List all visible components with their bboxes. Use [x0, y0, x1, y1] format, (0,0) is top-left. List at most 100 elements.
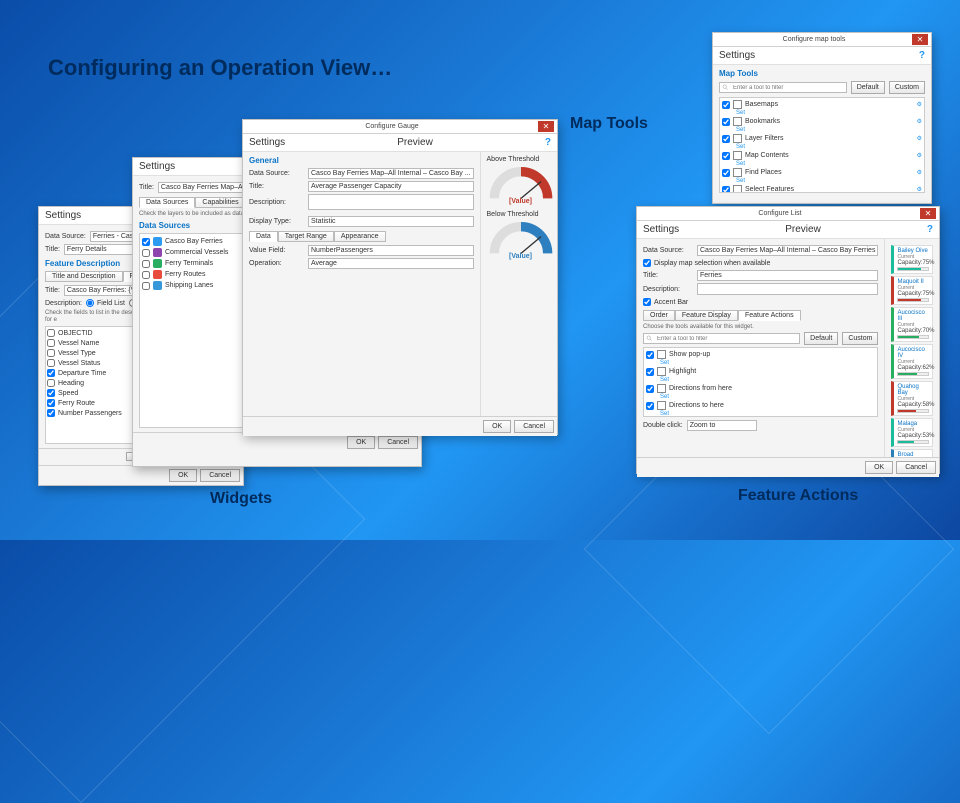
- preview-list-item[interactable]: Bailey OiveCurrentCapacity:75%: [891, 245, 933, 274]
- preview-list-item[interactable]: Maquoit IICurrentCapacity:75%: [891, 276, 933, 305]
- checkbox[interactable]: [722, 169, 730, 177]
- help-icon[interactable]: ?: [919, 50, 925, 61]
- close-icon[interactable]: ✕: [920, 208, 936, 219]
- tool-checklist-item[interactable]: Layer Filters⚙: [722, 133, 922, 144]
- tab-data-sources[interactable]: Data Sources: [139, 197, 195, 208]
- capacity-label: Capacity:53%: [897, 433, 929, 439]
- gear-icon[interactable]: ⚙: [917, 169, 922, 176]
- tab-appearance[interactable]: Appearance: [334, 231, 386, 242]
- ok-button[interactable]: OK: [865, 461, 893, 474]
- checkbox[interactable]: [722, 135, 730, 143]
- ok-button[interactable]: OK: [483, 420, 511, 433]
- custom-button[interactable]: Custom: [842, 332, 878, 345]
- cancel-button[interactable]: Cancel: [514, 420, 554, 433]
- checkbox[interactable]: [142, 249, 150, 257]
- checkbox[interactable]: [646, 368, 654, 376]
- preview-list-item[interactable]: MalagaCurrentCapacity:53%: [891, 418, 933, 447]
- gear-icon[interactable]: ⚙: [917, 186, 922, 193]
- checkbox[interactable]: [47, 409, 55, 417]
- field-label: Ferry Route: [58, 400, 95, 407]
- gear-icon[interactable]: ⚙: [917, 101, 922, 108]
- data-source-dropdown[interactable]: Casco Bay Ferries Map–All Internal – Cas…: [697, 245, 878, 256]
- help-icon[interactable]: ?: [927, 224, 933, 235]
- gear-icon[interactable]: ⚙: [917, 135, 922, 142]
- gear-icon[interactable]: ⚙: [917, 118, 922, 125]
- checkbox[interactable]: [47, 359, 55, 367]
- search-input[interactable]: [719, 82, 847, 93]
- tab-feature-actions[interactable]: Feature Actions: [738, 310, 801, 321]
- tool-checklist-item[interactable]: Find Places⚙: [722, 167, 922, 178]
- checkbox[interactable]: [142, 260, 150, 268]
- checkbox[interactable]: [47, 329, 55, 337]
- checkbox-accent-bar[interactable]: [643, 298, 651, 306]
- preview-list-item[interactable]: Quahog BayCurrentCapacity:58%: [891, 381, 933, 416]
- action-checklist-item[interactable]: Show pop-up: [646, 349, 875, 360]
- tool-checklist-item[interactable]: Basemaps⚙: [722, 99, 922, 110]
- default-button[interactable]: Default: [851, 81, 885, 94]
- checkbox[interactable]: [142, 271, 150, 279]
- tab-target-range[interactable]: Target Range: [278, 231, 334, 242]
- preview-list-item[interactable]: Aucocisco IVCurrentCapacity:62%: [891, 344, 933, 379]
- tool-icon: [733, 117, 742, 126]
- tool-checklist-item[interactable]: Map Contents⚙: [722, 150, 922, 161]
- custom-button[interactable]: Custom: [889, 81, 925, 94]
- preview-header: Preview: [397, 137, 433, 148]
- radio-field-list[interactable]: [86, 299, 94, 307]
- cancel-button[interactable]: Cancel: [200, 469, 240, 482]
- checkbox[interactable]: [47, 399, 55, 407]
- checkbox[interactable]: [646, 385, 654, 393]
- description-field[interactable]: [697, 283, 878, 295]
- tool-checklist-item[interactable]: Bookmarks⚙: [722, 116, 922, 127]
- checkbox[interactable]: [142, 238, 150, 246]
- title-field[interactable]: Ferries: [697, 270, 878, 281]
- checkbox[interactable]: [47, 379, 55, 387]
- tab-feature-display[interactable]: Feature Display: [675, 310, 738, 321]
- set-link[interactable]: Set: [660, 411, 875, 417]
- double-click-dropdown[interactable]: Zoom to: [687, 420, 757, 431]
- checkbox[interactable]: [47, 369, 55, 377]
- action-checklist-item[interactable]: Directions to here: [646, 400, 875, 411]
- data-source-dropdown[interactable]: Casco Bay Ferries Map–All Internal – Cas…: [308, 168, 474, 179]
- checkbox[interactable]: [47, 389, 55, 397]
- default-button[interactable]: Default: [804, 332, 838, 345]
- description-field[interactable]: [308, 194, 474, 210]
- layer-color-icon: [153, 259, 162, 268]
- tab-order[interactable]: Order: [643, 310, 675, 321]
- checkbox-display-selection[interactable]: [643, 259, 651, 267]
- close-icon[interactable]: ✕: [538, 121, 554, 132]
- gear-icon[interactable]: ⚙: [917, 152, 922, 159]
- checkbox[interactable]: [47, 349, 55, 357]
- action-checklist-item[interactable]: Directions from here: [646, 383, 875, 394]
- close-icon[interactable]: ✕: [912, 34, 928, 45]
- ok-button[interactable]: OK: [169, 469, 197, 482]
- tab-capabilities[interactable]: Capabilities: [195, 197, 245, 208]
- search-input[interactable]: [643, 333, 800, 344]
- display-type-dropdown[interactable]: Statistic: [308, 216, 474, 227]
- help-icon[interactable]: ?: [545, 137, 551, 148]
- title2-label: Title:: [45, 287, 60, 294]
- layer-label: Ferry Routes: [165, 271, 205, 278]
- checkbox[interactable]: [722, 101, 730, 109]
- action-checklist-item[interactable]: Highlight: [646, 366, 875, 377]
- preview-list-item[interactable]: Aucocisco IIICurrentCapacity:70%: [891, 307, 933, 342]
- tab-data[interactable]: Data: [249, 231, 278, 242]
- cancel-button[interactable]: Cancel: [896, 461, 936, 474]
- operation-dropdown[interactable]: Average: [308, 258, 474, 269]
- preview-list-item[interactable]: Broad CoveCurrentCapacity:54%: [891, 449, 933, 457]
- preview-header: Preview: [785, 224, 821, 235]
- callout-feature-actions: Feature Actions: [738, 487, 858, 505]
- tab-title-desc[interactable]: Title and Description: [45, 271, 123, 282]
- checkbox[interactable]: [646, 402, 654, 410]
- ok-button[interactable]: OK: [347, 436, 375, 449]
- checkbox[interactable]: [722, 118, 730, 126]
- checkbox[interactable]: [142, 282, 150, 290]
- checkbox[interactable]: [722, 186, 730, 194]
- title-field[interactable]: Average Passenger Capacity: [308, 181, 474, 192]
- value-field-dropdown[interactable]: NumberPassengers: [308, 245, 474, 256]
- tool-checklist-item[interactable]: Select Features⚙: [722, 184, 922, 193]
- checkbox[interactable]: [646, 351, 654, 359]
- checkbox[interactable]: [722, 152, 730, 160]
- cancel-button[interactable]: Cancel: [378, 436, 418, 449]
- checkbox[interactable]: [47, 339, 55, 347]
- vessel-name: Quahog Bay: [897, 384, 929, 396]
